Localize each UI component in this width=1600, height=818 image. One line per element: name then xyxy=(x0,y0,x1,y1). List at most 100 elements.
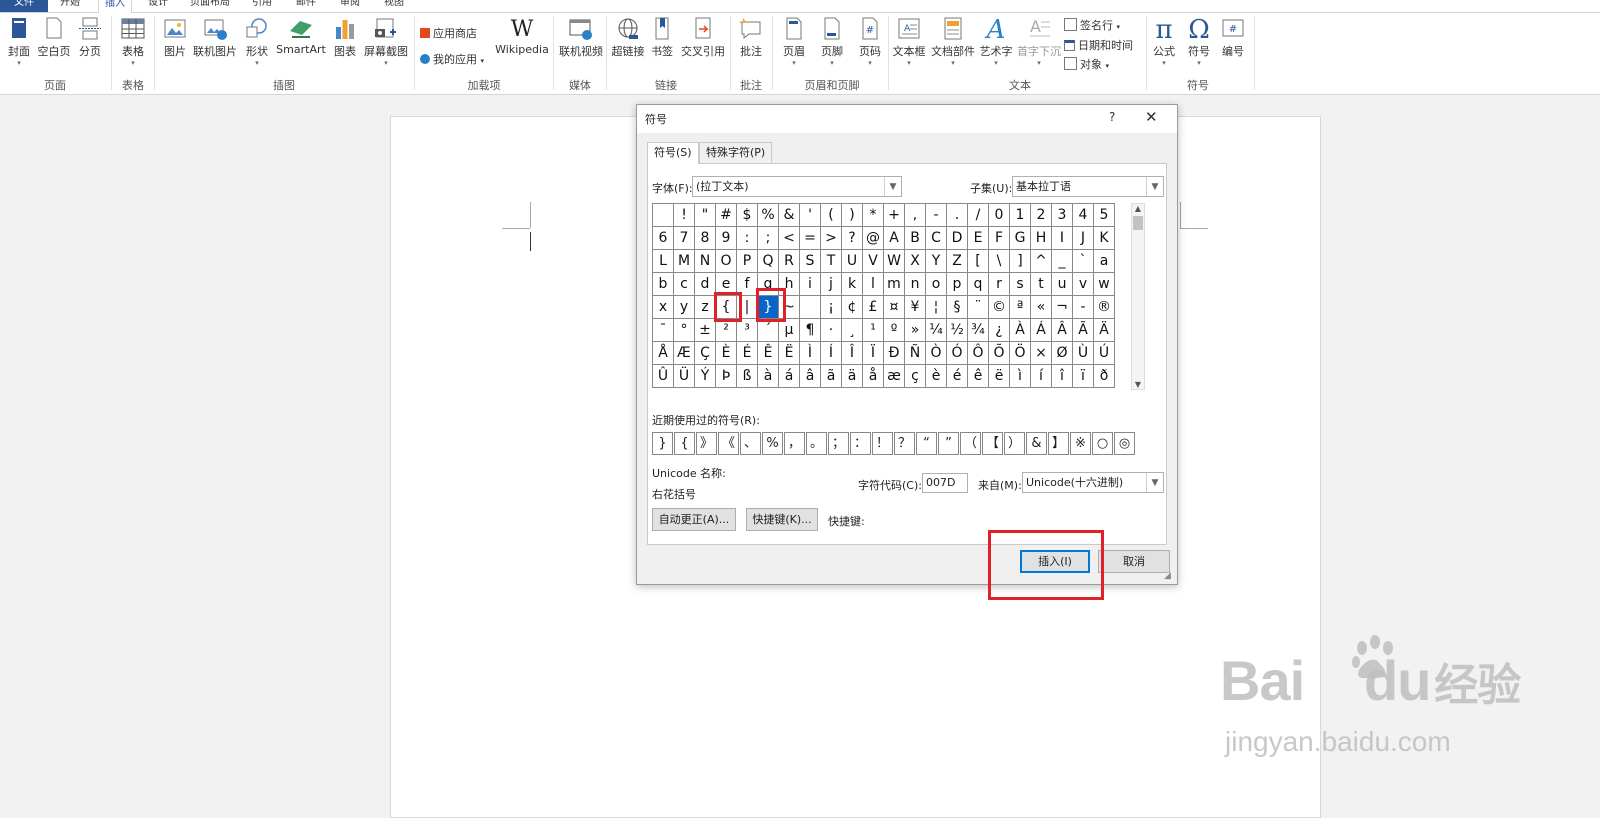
symbol-cell[interactable]: ( xyxy=(821,204,842,227)
recent-symbol-cell[interactable]: & xyxy=(1026,432,1047,455)
symbol-cell[interactable]: © xyxy=(989,296,1010,319)
equation-button[interactable]: π 公式 ▾ xyxy=(1150,17,1178,67)
symbol-cell[interactable]: ï xyxy=(1073,365,1094,388)
symbol-button[interactable]: Ω 符号 ▾ xyxy=(1184,17,1214,67)
page-break-button[interactable]: 分页 xyxy=(76,17,104,59)
symbol-cell[interactable]: · xyxy=(821,319,842,342)
tab-mailings[interactable]: 邮件 xyxy=(290,0,322,12)
symbol-cell[interactable]: ° xyxy=(674,319,695,342)
tab-page-layout[interactable]: 页面布局 xyxy=(184,0,236,12)
symbol-cell[interactable]: ' xyxy=(800,204,821,227)
cover-page-button[interactable]: 封面 ▾ xyxy=(4,17,34,67)
symbol-cell[interactable]: Ô xyxy=(968,342,989,365)
symbol-cell[interactable]: Ä xyxy=(1094,319,1115,342)
symbol-cell[interactable]: Ð xyxy=(884,342,905,365)
symbol-cell[interactable]: E xyxy=(968,227,989,250)
symbol-cell[interactable]: ² xyxy=(716,319,737,342)
comment-button[interactable]: 批注 xyxy=(736,17,766,59)
recent-symbol-cell[interactable]: { xyxy=(674,432,695,455)
symbol-cell[interactable]: B xyxy=(905,227,926,250)
symbol-cell[interactable]: ì xyxy=(1010,365,1031,388)
recent-symbol-cell[interactable]: ※ xyxy=(1070,432,1091,455)
symbol-cell[interactable]: Ê xyxy=(758,342,779,365)
symbol-cell[interactable]: % xyxy=(758,204,779,227)
symbol-cell[interactable]: & xyxy=(779,204,800,227)
chevron-down-icon[interactable]: ▼ xyxy=(1132,380,1144,389)
symbol-cell[interactable]: S xyxy=(800,250,821,273)
symbol-cell[interactable]: 3 xyxy=(1052,204,1073,227)
recent-symbol-cell[interactable]: 。 xyxy=(806,432,827,455)
symbol-cell[interactable]: @ xyxy=(863,227,884,250)
symbol-cell[interactable]: A xyxy=(884,227,905,250)
tab-design[interactable]: 设计 xyxy=(142,0,174,12)
symbol-cell[interactable]: ¥ xyxy=(905,296,926,319)
symbol-cell[interactable]: ¢ xyxy=(842,296,863,319)
symbol-cell[interactable]: £ xyxy=(863,296,884,319)
symbol-cell[interactable]: î xyxy=(1052,365,1073,388)
tab-special-characters[interactable]: 特殊字符(P) xyxy=(699,142,773,163)
blank-page-button[interactable]: 空白页 xyxy=(36,17,72,59)
online-video-button[interactable]: 联机视频 xyxy=(558,17,604,59)
symbol-cell[interactable]: R xyxy=(779,250,800,273)
hyperlink-button[interactable]: 超链接 xyxy=(610,17,646,59)
symbol-cell[interactable]: Â xyxy=(1052,319,1073,342)
symbol-cell[interactable]: i xyxy=(800,273,821,296)
symbol-cell[interactable]: d xyxy=(695,273,716,296)
scrollbar-thumb[interactable] xyxy=(1133,216,1143,230)
recent-symbol-cell[interactable]: ， xyxy=(784,432,805,455)
symbol-cell[interactable]: ¬ xyxy=(1052,296,1073,319)
recent-symbol-cell[interactable]: （ xyxy=(960,432,981,455)
tab-references[interactable]: 引用 xyxy=(246,0,278,12)
symbol-cell[interactable] xyxy=(653,204,674,227)
symbol-cell[interactable]: s xyxy=(1010,273,1031,296)
symbol-cell[interactable]: ; xyxy=(758,227,779,250)
footer-button[interactable]: 页脚 ▾ xyxy=(816,17,848,67)
symbol-cell[interactable]: â xyxy=(800,365,821,388)
symbol-cell[interactable] xyxy=(800,296,821,319)
symbol-cell[interactable]: æ xyxy=(884,365,905,388)
cross-reference-button[interactable]: 交叉引用 xyxy=(680,17,726,59)
symbol-cell[interactable]: Í xyxy=(821,342,842,365)
symbol-cell[interactable]: ð xyxy=(1094,365,1115,388)
recent-symbol-cell[interactable]: “ xyxy=(916,432,937,455)
symbol-cell[interactable]: j xyxy=(821,273,842,296)
symbol-cell[interactable]: 2 xyxy=(1031,204,1052,227)
table-button[interactable]: 表格 ▾ xyxy=(118,17,148,67)
recent-symbol-cell[interactable]: ○ xyxy=(1092,432,1113,455)
tab-insert[interactable]: 插入 xyxy=(98,0,132,13)
symbol-cell[interactable]: F xyxy=(989,227,1010,250)
symbol-cell[interactable]: Y xyxy=(926,250,947,273)
symbol-cell[interactable]: w xyxy=(1094,273,1115,296)
symbol-cell[interactable]: 9 xyxy=(716,227,737,250)
symbol-cell[interactable]: 8 xyxy=(695,227,716,250)
symbol-cell[interactable]: O xyxy=(716,250,737,273)
symbol-cell[interactable]: ³ xyxy=(737,319,758,342)
symbol-cell[interactable]: á xyxy=(779,365,800,388)
symbol-cell[interactable]: À xyxy=(1010,319,1031,342)
chevron-up-icon[interactable]: ▲ xyxy=(1132,204,1144,213)
recent-symbol-cell[interactable]: ？ xyxy=(894,432,915,455)
symbol-cell[interactable]: ¶ xyxy=(800,319,821,342)
symbol-cell[interactable]: ! xyxy=(674,204,695,227)
symbol-cell[interactable]: § xyxy=(947,296,968,319)
symbol-cell[interactable]: - xyxy=(926,204,947,227)
symbol-cell[interactable]: : xyxy=(737,227,758,250)
recent-symbol-cell[interactable]: 《 xyxy=(718,432,739,455)
symbol-cell[interactable]: ´ xyxy=(758,319,779,342)
symbol-cell[interactable]: ¾ xyxy=(968,319,989,342)
symbol-cell[interactable]: z xyxy=(695,296,716,319)
symbol-cell[interactable]: Å xyxy=(653,342,674,365)
symbol-cell[interactable]: ® xyxy=(1094,296,1115,319)
symbol-cell[interactable]: " xyxy=(695,204,716,227)
symbol-cell[interactable]: Þ xyxy=(716,365,737,388)
symbol-cell[interactable]: 1 xyxy=(1010,204,1031,227)
wordart-button[interactable]: A 艺术字 ▾ xyxy=(978,17,1014,67)
symbol-cell[interactable]: Õ xyxy=(989,342,1010,365)
symbol-cell[interactable]: ` xyxy=(1073,250,1094,273)
symbol-cell[interactable]: G xyxy=(1010,227,1031,250)
recent-symbol-cell[interactable]: ： xyxy=(850,432,871,455)
symbol-cell[interactable]: u xyxy=(1052,273,1073,296)
symbol-cell[interactable]: y xyxy=(674,296,695,319)
symbol-cell[interactable]: ß xyxy=(737,365,758,388)
symbol-cell[interactable]: # xyxy=(716,204,737,227)
